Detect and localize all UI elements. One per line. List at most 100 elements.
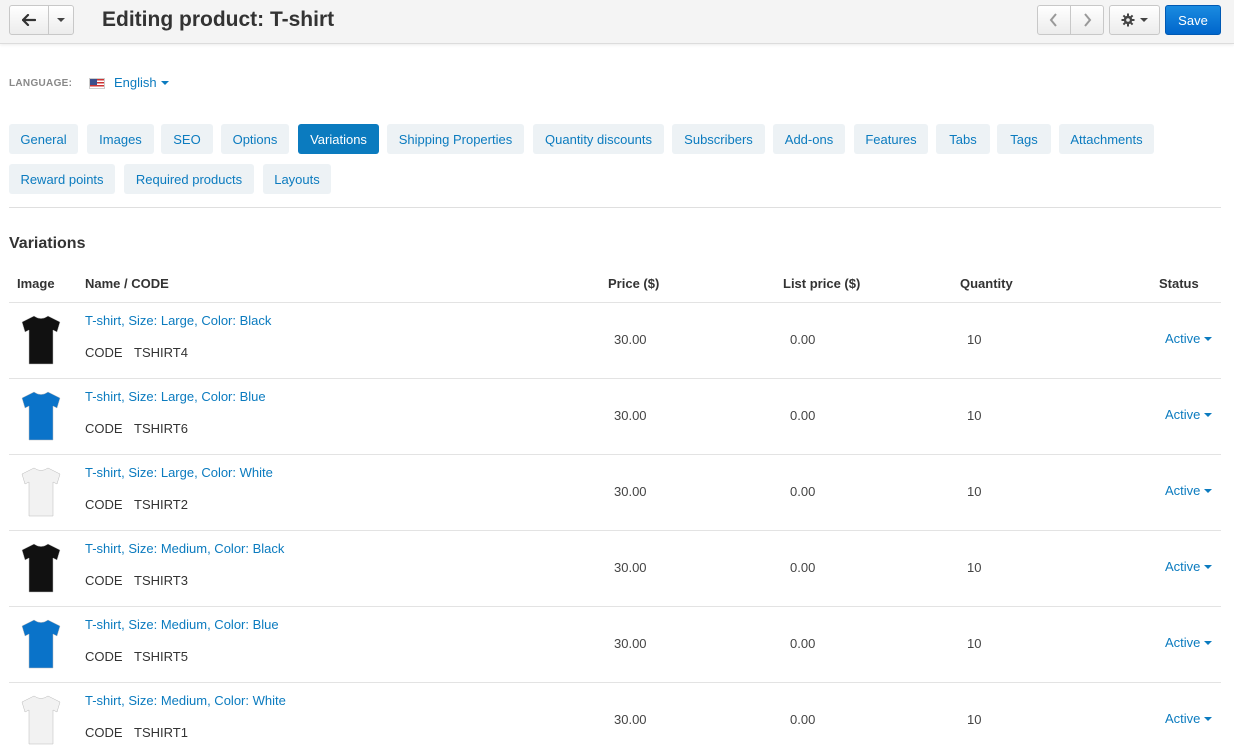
save-button[interactable]: Save (1165, 5, 1221, 35)
variation-name-link[interactable]: T-shirt, Size: Medium, Color: Black (85, 541, 284, 556)
caret-down-icon (160, 80, 169, 85)
top-toolbar: Editing product: T-shirt Save (0, 0, 1234, 44)
status-label: Active (1165, 635, 1201, 650)
status-dropdown[interactable]: Active (1165, 331, 1213, 346)
tab-features[interactable]: Features (854, 124, 928, 154)
list-price-value: 0.00 (790, 636, 816, 651)
table-row: T-shirt, Size: Large, Color: Blue CODE T… (9, 379, 1221, 455)
back-dropdown-button[interactable] (48, 5, 74, 35)
variation-name-link[interactable]: T-shirt, Size: Medium, Color: White (85, 693, 286, 708)
list-price-value: 0.00 (790, 332, 816, 347)
tab-layouts[interactable]: Layouts (263, 164, 331, 194)
tab-images[interactable]: Images (87, 124, 154, 154)
code-label: CODE (85, 573, 123, 588)
caret-down-icon (1204, 640, 1213, 645)
caret-down-icon (57, 18, 65, 22)
tshirt-thumbnail[interactable] (19, 618, 63, 670)
table-row: T-shirt, Size: Medium, Color: White CODE… (9, 683, 1221, 751)
status-label: Active (1165, 483, 1201, 498)
back-button[interactable] (9, 5, 49, 35)
list-price-value: 0.00 (790, 712, 816, 727)
variation-name-link[interactable]: T-shirt, Size: Large, Color: White (85, 465, 273, 480)
caret-down-icon (1140, 18, 1148, 22)
code-value: TSHIRT2 (134, 497, 188, 512)
price-value: 30.00 (614, 712, 647, 727)
status-dropdown[interactable]: Active (1165, 635, 1213, 650)
status-dropdown[interactable]: Active (1165, 559, 1213, 574)
us-flag-icon (89, 78, 105, 89)
divider (9, 207, 1221, 208)
tab-tabs[interactable]: Tabs (936, 124, 990, 154)
column-header-price[interactable]: Price ($) (608, 276, 659, 291)
price-value: 30.00 (614, 332, 647, 347)
language-value: English (114, 75, 157, 90)
gear-icon (1121, 13, 1135, 27)
settings-dropdown-button[interactable] (1109, 5, 1160, 35)
tshirt-thumbnail[interactable] (19, 390, 63, 442)
page-title: Editing product: T-shirt (102, 8, 335, 31)
tab-variations[interactable]: Variations (298, 124, 379, 154)
chevron-left-icon (1049, 13, 1057, 27)
column-header-quantity[interactable]: Quantity (960, 276, 1013, 291)
section-title: Variations (9, 235, 86, 252)
status-dropdown[interactable]: Active (1165, 711, 1213, 726)
caret-down-icon (1204, 716, 1213, 721)
tshirt-thumbnail[interactable] (19, 314, 63, 366)
tab-required-products[interactable]: Required products (124, 164, 254, 194)
code-value: TSHIRT1 (134, 725, 188, 740)
column-header-image: Image (17, 276, 55, 291)
caret-down-icon (1204, 336, 1213, 341)
code-label: CODE (85, 725, 123, 740)
tab-attachments[interactable]: Attachments (1059, 124, 1154, 154)
list-price-value: 0.00 (790, 408, 816, 423)
variation-name-link[interactable]: T-shirt, Size: Large, Color: Black (85, 313, 271, 328)
tab-subscribers[interactable]: Subscribers (672, 124, 765, 154)
tshirt-thumbnail[interactable] (19, 694, 63, 746)
quantity-value: 10 (967, 408, 982, 423)
column-header-list-price[interactable]: List price ($) (783, 276, 860, 291)
code-label: CODE (85, 497, 123, 512)
caret-down-icon (1204, 564, 1213, 569)
code-value: TSHIRT6 (134, 421, 188, 436)
tab-tags[interactable]: Tags (997, 124, 1051, 154)
code-value: TSHIRT3 (134, 573, 188, 588)
variation-name-link[interactable]: T-shirt, Size: Medium, Color: Blue (85, 617, 279, 632)
tshirt-thumbnail[interactable] (19, 542, 63, 594)
quantity-value: 10 (967, 560, 982, 575)
status-dropdown[interactable]: Active (1165, 407, 1213, 422)
status-label: Active (1165, 331, 1201, 346)
list-price-value: 0.00 (790, 484, 816, 499)
variation-name-link[interactable]: T-shirt, Size: Large, Color: Blue (85, 389, 266, 404)
price-value: 30.00 (614, 636, 647, 651)
caret-down-icon (1204, 488, 1213, 493)
status-label: Active (1165, 559, 1201, 574)
price-value: 30.00 (614, 408, 647, 423)
chevron-right-icon (1084, 13, 1092, 27)
tab-options[interactable]: Options (221, 124, 289, 154)
arrow-left-icon (22, 14, 36, 26)
tab-shipping-properties[interactable]: Shipping Properties (387, 124, 524, 154)
status-dropdown[interactable]: Active (1165, 483, 1213, 498)
column-header-name: Name / CODE (85, 276, 169, 291)
status-label: Active (1165, 711, 1201, 726)
quantity-value: 10 (967, 484, 982, 499)
tab-add-ons[interactable]: Add-ons (773, 124, 845, 154)
tab-quantity-discounts[interactable]: Quantity discounts (533, 124, 664, 154)
previous-product-button[interactable] (1037, 5, 1071, 35)
code-value: TSHIRT4 (134, 345, 188, 360)
tab-reward-points[interactable]: Reward points (9, 164, 115, 194)
language-select[interactable]: English (114, 75, 169, 90)
table-row: T-shirt, Size: Large, Color: White CODE … (9, 455, 1221, 531)
tab-general[interactable]: General (9, 124, 78, 154)
table-row: T-shirt, Size: Medium, Color: Blue CODE … (9, 607, 1221, 683)
code-value: TSHIRT5 (134, 649, 188, 664)
code-label: CODE (85, 649, 123, 664)
tshirt-thumbnail[interactable] (19, 466, 63, 518)
tab-seo[interactable]: SEO (161, 124, 213, 154)
table-row: T-shirt, Size: Large, Color: Black CODE … (9, 303, 1221, 379)
next-product-button[interactable] (1070, 5, 1104, 35)
quantity-value: 10 (967, 332, 982, 347)
status-label: Active (1165, 407, 1201, 422)
caret-down-icon (1204, 412, 1213, 417)
list-price-value: 0.00 (790, 560, 816, 575)
